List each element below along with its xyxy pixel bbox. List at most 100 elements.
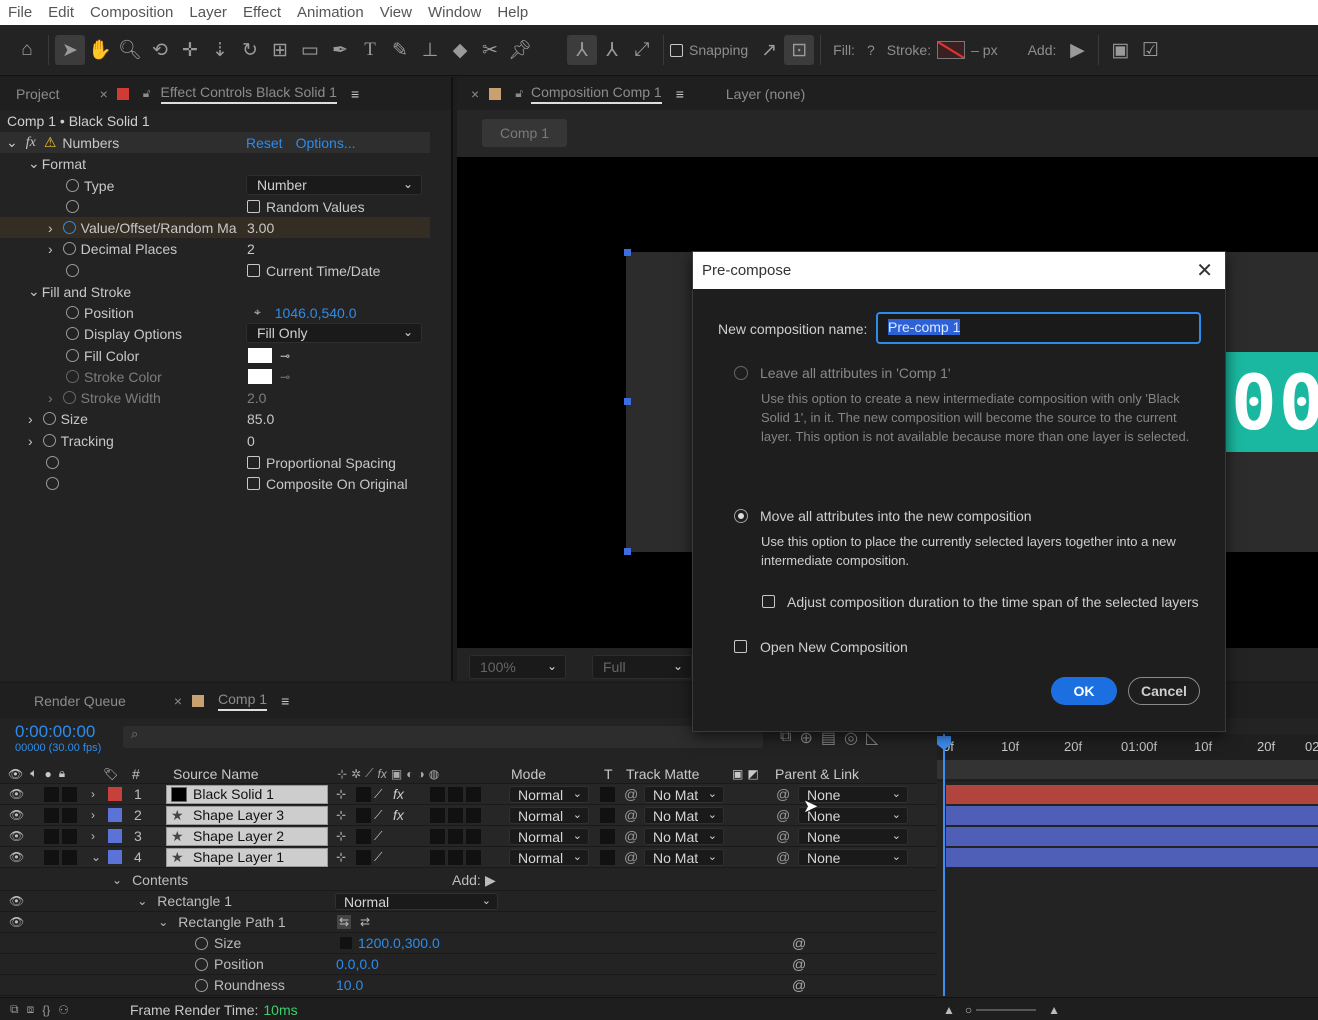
matte-pickwhip-icon[interactable]: @ xyxy=(624,786,638,802)
matte-pickwhip-icon[interactable]: @ xyxy=(624,849,638,865)
quality-icon[interactable]: ⟋ xyxy=(374,850,382,865)
shy-icon[interactable]: ⊹ xyxy=(336,787,346,801)
eye-icon[interactable]: 👁︎ xyxy=(9,808,24,822)
display-options-dropdown[interactable]: Fill Only ⌄ xyxy=(246,323,422,343)
stopwatch-icon[interactable] xyxy=(66,370,79,383)
panel-menu-icon[interactable]: ≡ xyxy=(676,86,684,102)
zoom-out-icon[interactable]: ▲ xyxy=(943,1003,955,1017)
menu-edit[interactable]: Edit xyxy=(40,4,82,21)
switch-cell[interactable] xyxy=(466,828,481,844)
track-matte-dropdown[interactable]: No Mat ⌄ xyxy=(644,849,724,866)
zoom-dropdown[interactable]: 100% ⌄ xyxy=(469,655,566,679)
stopwatch-icon[interactable] xyxy=(66,264,79,277)
audio-toggle[interactable] xyxy=(44,849,59,865)
comp-breadcrumb-button[interactable]: Comp 1 xyxy=(482,119,567,147)
pan-camera-icon[interactable]: ✛ xyxy=(175,35,205,65)
chevron-right-icon[interactable]: › xyxy=(91,829,95,843)
parent-pickwhip-icon[interactable]: @ xyxy=(776,807,790,823)
collapse-toggle[interactable] xyxy=(356,807,371,823)
lock-icon[interactable]: 🔓︎ xyxy=(515,86,523,101)
stopwatch-icon[interactable] xyxy=(46,477,59,490)
zoom-slider-knob[interactable]: ○ xyxy=(965,1003,972,1017)
layer-name[interactable]: Shape Layer 3 xyxy=(193,807,284,823)
position-prop-value[interactable]: 0.0,0.0 xyxy=(336,956,379,972)
preserve-transparency[interactable] xyxy=(600,849,615,865)
add-play-icon[interactable]: ▶ xyxy=(1062,35,1092,65)
home-icon[interactable]: ⌂ xyxy=(12,35,42,65)
solo-toggle[interactable] xyxy=(62,828,77,844)
label-color-chip[interactable] xyxy=(108,808,122,822)
selection-tool-icon[interactable]: ➤ xyxy=(55,35,85,65)
eye-icon[interactable]: 👁︎ xyxy=(9,850,24,864)
world-axis-icon[interactable]: ⅄ xyxy=(597,35,627,65)
expression-pickwhip-icon[interactable]: @ xyxy=(792,935,806,951)
tab-effect-controls[interactable]: Effect Controls Black Solid 1 xyxy=(160,84,337,104)
size-prop-value[interactable]: 1200.0,300.0 xyxy=(358,935,440,951)
brush-tool-icon[interactable]: ✎ xyxy=(385,35,415,65)
eyedropper-icon[interactable]: ⊸ xyxy=(280,349,290,363)
value-offset-value[interactable]: 3.00 xyxy=(247,217,274,238)
chevron-right-icon[interactable]: › xyxy=(91,808,95,822)
quality-icon[interactable]: ⟋ xyxy=(374,829,382,844)
chevron-down-icon[interactable]: ⌄ xyxy=(28,283,40,300)
pan-behind-icon[interactable]: ⊞ xyxy=(265,35,295,65)
options-link[interactable]: Options... xyxy=(296,135,356,151)
switch-cell[interactable] xyxy=(448,786,463,802)
track-matte-dropdown[interactable]: No Mat ⌄ xyxy=(644,828,724,845)
parent-dropdown[interactable]: None ⌄ xyxy=(798,849,908,866)
eye-icon[interactable]: 👁︎ xyxy=(9,829,24,843)
mode-dropdown[interactable]: Normal ⌄ xyxy=(509,849,589,866)
reset-link[interactable]: Reset xyxy=(246,135,283,151)
switch-cell[interactable] xyxy=(448,828,463,844)
constrain-icon[interactable] xyxy=(340,937,352,949)
stopwatch-icon[interactable] xyxy=(66,306,79,319)
toggle-switches-icon[interactable]: ⧉ xyxy=(10,1002,19,1017)
playhead[interactable] xyxy=(943,734,945,996)
stopwatch-icon[interactable] xyxy=(66,200,79,213)
tracking-value[interactable]: 0 xyxy=(247,430,255,451)
solo-toggle[interactable] xyxy=(62,786,77,802)
stopwatch-icon[interactable] xyxy=(195,936,208,950)
parent-pickwhip-icon[interactable]: @ xyxy=(776,828,790,844)
layer-duration-bar[interactable] xyxy=(946,827,1318,846)
shy-icon[interactable]: ⊹ xyxy=(336,808,346,822)
eye-icon[interactable]: 👁︎ xyxy=(9,894,24,908)
menu-help[interactable]: Help xyxy=(489,4,536,21)
switch-cell[interactable] xyxy=(430,786,445,802)
matte-pickwhip-icon[interactable]: @ xyxy=(624,828,638,844)
rectangle-blend-dropdown[interactable]: Normal ⌄ xyxy=(335,893,498,910)
roto-brush-icon[interactable]: ✂ xyxy=(475,35,505,65)
preserve-transparency[interactable] xyxy=(600,786,615,802)
toggle-in-out-icon[interactable]: {} xyxy=(42,1003,50,1017)
parent-pickwhip-icon[interactable]: @ xyxy=(776,786,790,802)
switch-cell[interactable] xyxy=(466,849,481,865)
menu-window[interactable]: Window xyxy=(420,4,489,21)
solo-toggle[interactable] xyxy=(62,807,77,823)
type-tool-icon[interactable]: T xyxy=(355,35,385,65)
menu-animation[interactable]: Animation xyxy=(289,4,372,21)
switch-cell[interactable] xyxy=(430,849,445,865)
parent-pickwhip-icon[interactable]: @ xyxy=(776,849,790,865)
type-dropdown[interactable]: Number ⌄ xyxy=(246,175,422,195)
zoom-tool-icon[interactable]: 🔍︎ xyxy=(115,35,145,65)
hand-tool-icon[interactable]: ✋ xyxy=(85,35,115,65)
layer-row[interactable]: 👁︎ › 1 Black Solid 1 ⊹ ⟋ fx @ @ xyxy=(0,784,937,805)
open-new-comp-checkbox[interactable] xyxy=(734,640,747,653)
layer-handle[interactable] xyxy=(624,548,631,555)
tab-project[interactable]: Project xyxy=(16,86,60,102)
stroke-swatch[interactable] xyxy=(937,41,966,59)
composition-name-input[interactable]: Pre-comp 1 xyxy=(876,312,1201,344)
stopwatch-icon[interactable] xyxy=(62,242,76,255)
clone-stamp-icon[interactable]: ⊥ xyxy=(415,35,445,65)
matte-pickwhip-icon[interactable]: @ xyxy=(624,807,638,823)
layer-handle[interactable] xyxy=(624,398,631,405)
pen-tool-icon[interactable]: ✒ xyxy=(325,35,355,65)
radio-move-attributes[interactable] xyxy=(734,509,748,523)
tab-composition[interactable]: Composition Comp 1 xyxy=(530,84,662,104)
layer-duration-bar[interactable] xyxy=(946,848,1318,867)
audio-toggle[interactable] xyxy=(44,807,59,823)
track-matte-dropdown[interactable]: No Mat ⌄ xyxy=(644,786,724,803)
lock-icon[interactable]: 🔓︎ xyxy=(143,86,151,101)
quality-icon[interactable]: ⟋ xyxy=(374,808,382,823)
audio-toggle[interactable] xyxy=(44,828,59,844)
